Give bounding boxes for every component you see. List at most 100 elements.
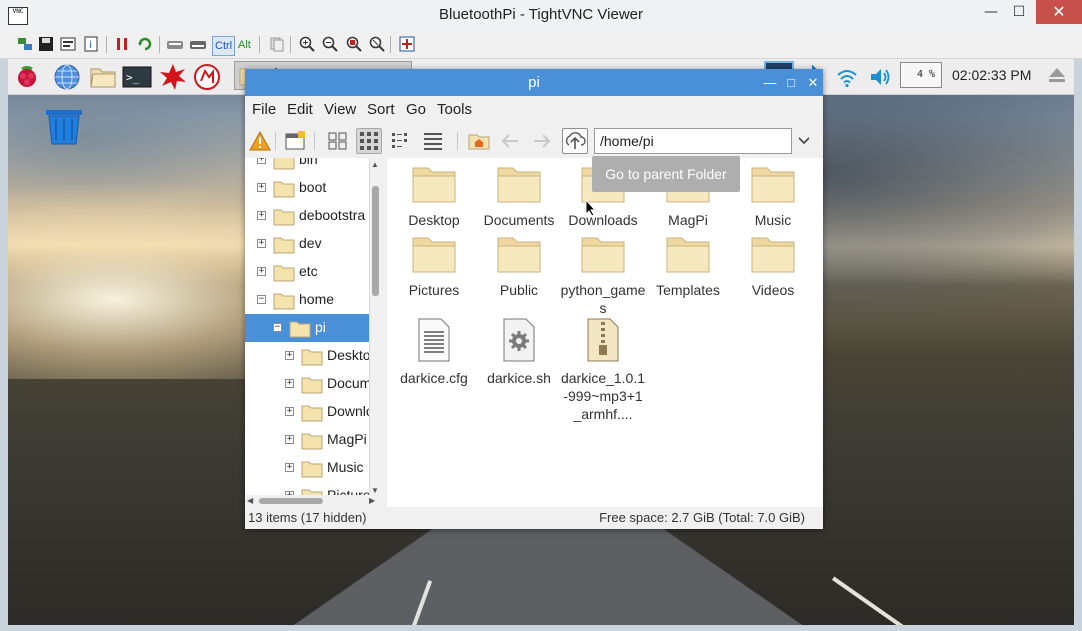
list-view-button[interactable] <box>420 128 446 154</box>
clipboard-icon[interactable] <box>268 35 286 53</box>
folder-icon <box>391 164 477 208</box>
new-window-icon[interactable] <box>283 128 309 154</box>
info-icon[interactable]: i <box>82 35 100 53</box>
file-icon-view[interactable]: Desktop Documents Downloads MagPi Music Pictu… <box>387 158 823 507</box>
folder-item[interactable]: Videos <box>730 234 816 299</box>
scroll-up-icon[interactable]: ▲ <box>371 160 379 169</box>
tree-item[interactable]: + bin <box>245 158 369 174</box>
directory-tree[interactable]: + bin + boot + debootstra + dev + etc − home − pi + Des… <box>245 158 369 495</box>
back-arrow-icon[interactable] <box>497 128 523 154</box>
expand-icon[interactable]: + <box>285 435 294 444</box>
menu-file[interactable]: File <box>252 101 276 118</box>
ctrl-esc-icon[interactable] <box>189 35 207 53</box>
new-connection-icon[interactable] <box>16 35 34 53</box>
tooltip: Go to parent Folder <box>592 156 740 192</box>
parent-folder-button[interactable] <box>562 128 588 154</box>
expand-icon[interactable]: + <box>285 351 294 360</box>
file-manager-titlebar[interactable]: pi <box>245 69 823 96</box>
tree-item[interactable]: + Documents <box>245 370 369 398</box>
tree-item[interactable]: + MagPi <box>245 426 369 454</box>
refresh-icon[interactable] <box>136 35 154 53</box>
scrollbar-thumb[interactable] <box>372 186 379 296</box>
warning-icon[interactable] <box>247 128 273 154</box>
menu-tools[interactable]: Tools <box>437 101 472 118</box>
file-item[interactable]: darkice_1.0.1-999~mp3+1_armhf.... <box>560 318 646 423</box>
expand-icon[interactable]: + <box>285 463 294 472</box>
zoom-in-icon[interactable] <box>298 35 316 53</box>
fullscreen-icon[interactable] <box>398 35 416 53</box>
folder-item[interactable]: Public <box>476 234 562 299</box>
wolfram-icon[interactable] <box>192 62 222 92</box>
file-item[interactable]: darkice.sh <box>476 318 562 387</box>
zoom-out-icon[interactable] <box>321 35 339 53</box>
options-icon[interactable] <box>59 35 77 53</box>
web-browser-icon[interactable] <box>52 62 82 92</box>
fm-maximize-button[interactable]: □ <box>780 69 802 96</box>
tree-item[interactable]: + dev <box>245 230 369 258</box>
file-manager-icon[interactable] <box>88 62 118 92</box>
folder-item[interactable]: Desktop <box>391 164 477 229</box>
fm-close-button[interactable]: ✕ <box>802 69 824 96</box>
file-item[interactable]: darkice.cfg <box>391 318 477 387</box>
scroll-down-icon[interactable]: ▼ <box>371 486 379 495</box>
scroll-left-icon[interactable]: ◀ <box>247 496 253 505</box>
tree-item[interactable]: + Desktop <box>245 342 369 370</box>
wifi-icon[interactable] <box>832 62 862 92</box>
tree-horizontal-scrollbar[interactable]: ◀ ▶ <box>245 495 381 507</box>
folder-item[interactable]: Music <box>730 164 816 229</box>
ctrl-lock-button[interactable]: Ctrl <box>212 36 236 56</box>
tree-item[interactable]: − home <box>245 286 369 314</box>
expand-icon[interactable]: + <box>285 379 294 388</box>
folder-item[interactable]: Documents <box>476 164 562 229</box>
tree-item[interactable]: +Pictures <box>245 482 369 495</box>
menu-sort[interactable]: Sort <box>367 101 395 118</box>
folder-item[interactable]: Templates <box>645 234 731 299</box>
expand-icon[interactable]: + <box>257 239 266 248</box>
expand-icon[interactable]: + <box>257 183 266 192</box>
expand-icon[interactable]: + <box>285 407 294 416</box>
terminal-icon[interactable]: >_ <box>122 62 152 92</box>
clock[interactable]: 02:02:33 PM <box>952 67 1031 83</box>
raspberry-menu-icon[interactable] <box>12 62 42 92</box>
menu-view[interactable]: View <box>324 101 356 118</box>
close-button[interactable]: ✕ <box>1036 0 1082 24</box>
volume-icon[interactable] <box>865 62 895 92</box>
alt-lock-button[interactable]: Alt <box>236 36 253 54</box>
home-folder-icon[interactable] <box>466 128 492 154</box>
zoom-fit-icon[interactable] <box>368 35 386 53</box>
mathematica-icon[interactable] <box>158 62 188 92</box>
menu-edit[interactable]: Edit <box>287 101 313 118</box>
collapse-icon[interactable]: − <box>273 323 282 332</box>
scroll-right-icon[interactable]: ▶ <box>369 496 375 505</box>
folder-item[interactable]: python_games <box>560 234 646 317</box>
collapse-icon[interactable]: − <box>257 295 266 304</box>
tree-item[interactable]: + boot <box>245 174 369 202</box>
maximize-button[interactable]: ☐ <box>1002 0 1036 24</box>
icon-view-button[interactable] <box>325 128 351 154</box>
expand-icon[interactable]: + <box>257 211 266 220</box>
eject-icon[interactable] <box>1048 65 1066 89</box>
fm-minimize-button[interactable]: — <box>759 69 781 96</box>
thumbnail-view-button[interactable] <box>356 128 382 154</box>
tree-item[interactable]: − pi <box>245 314 369 342</box>
tree-item[interactable]: + Downloads <box>245 398 369 426</box>
pause-icon[interactable] <box>113 35 131 53</box>
zoom-100-icon[interactable] <box>345 35 363 53</box>
forward-arrow-icon[interactable] <box>529 128 555 154</box>
expand-icon[interactable]: + <box>257 158 266 164</box>
menu-go[interactable]: Go <box>406 101 426 118</box>
chevron-down-icon[interactable] <box>797 134 811 152</box>
ctrl-alt-del-icon[interactable] <box>166 35 184 53</box>
tree-item[interactable]: + Music <box>245 454 369 482</box>
compact-view-button[interactable] <box>388 128 414 154</box>
scrollbar-thumb[interactable] <box>259 498 323 504</box>
address-bar[interactable]: /home/pi <box>594 128 792 154</box>
save-icon[interactable] <box>37 35 55 53</box>
expand-icon[interactable]: + <box>257 267 266 276</box>
tree-item[interactable]: + etc <box>245 258 369 286</box>
tree-item[interactable]: + debootstra <box>245 202 369 230</box>
item-label: Videos <box>751 282 795 298</box>
trash-icon[interactable] <box>44 107 84 149</box>
toolbar-separator <box>390 36 391 53</box>
folder-item[interactable]: Pictures <box>391 234 477 299</box>
